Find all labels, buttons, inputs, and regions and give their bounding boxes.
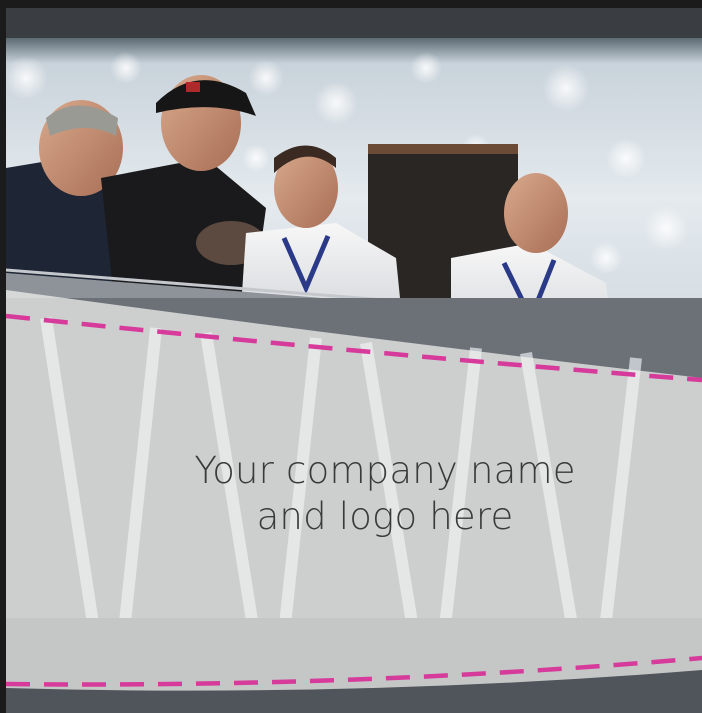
company-name-placeholder: Your company name and logo here xyxy=(120,448,650,540)
placeholder-line-2: and logo here xyxy=(256,495,514,538)
placeholder-line-1: Your company name xyxy=(194,449,576,492)
promo-card: Your company name and logo here xyxy=(0,0,702,713)
harbour-photo xyxy=(6,8,702,713)
